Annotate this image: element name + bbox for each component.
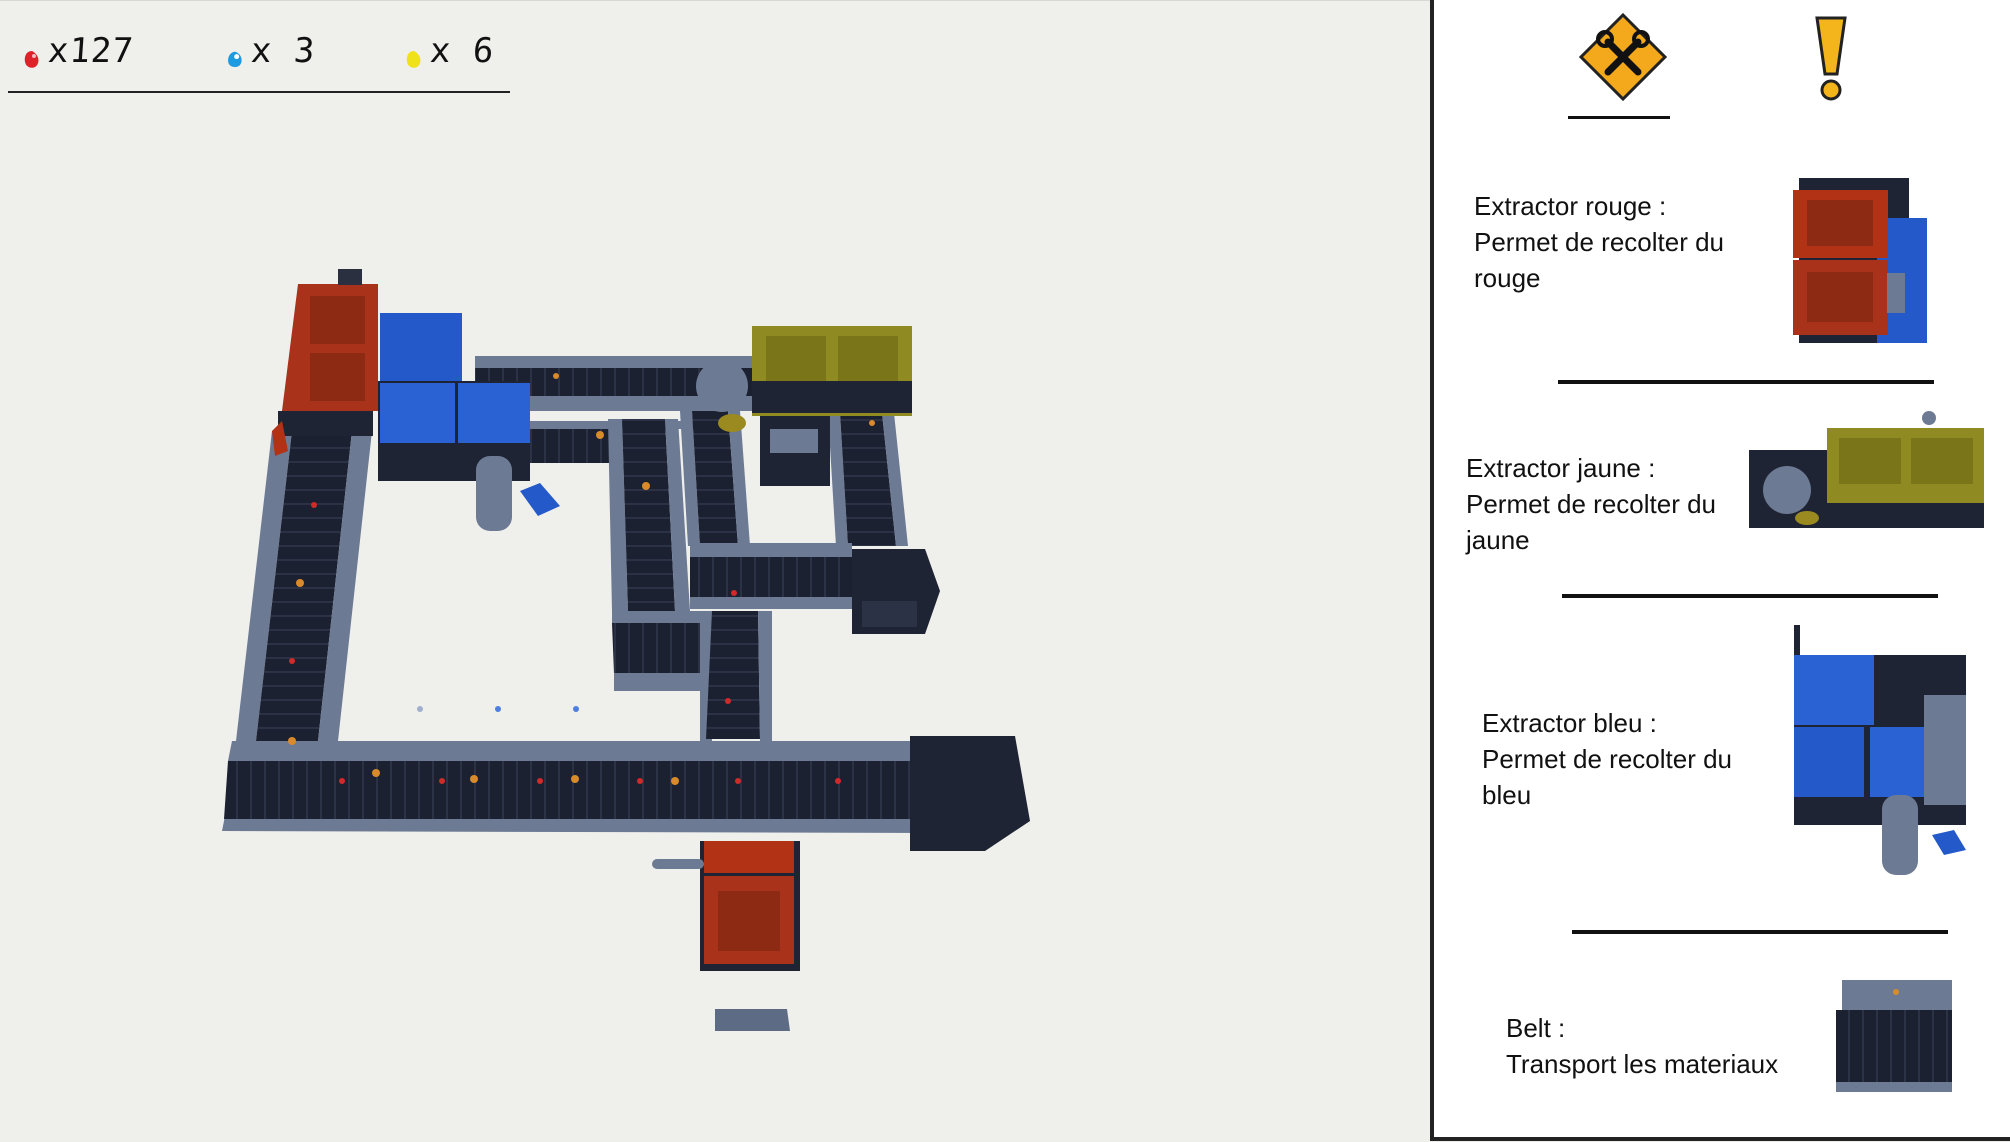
red-resource-count: x127 — [46, 31, 136, 71]
belt-inner-1[interactable] — [608, 419, 690, 611]
card-title: Extractor rouge : — [1474, 191, 1667, 221]
resource-bar: x127 x 3 x 6 — [8, 23, 510, 93]
card-description: Permet de recolter du — [1474, 227, 1725, 257]
blue-resource-counter: x 3 — [225, 31, 317, 71]
separator — [1572, 930, 1948, 934]
card-description: Permet de recolter du — [1482, 744, 1733, 774]
red-extractor-top[interactable] — [278, 269, 378, 436]
separator — [1562, 594, 1938, 598]
tab-alerts[interactable] — [1786, 12, 1876, 102]
belt-bottom[interactable] — [222, 741, 925, 833]
factory-scene[interactable] — [0, 1, 1430, 1142]
card-extractor-bleu[interactable]: Extractor bleu : Permet de recolter du b… — [1434, 625, 2010, 875]
card-description-cont: rouge — [1474, 263, 1541, 293]
separator — [1558, 380, 1934, 384]
card-description-cont: jaune — [1466, 525, 1530, 555]
belt-ghost-piece[interactable] — [715, 1009, 790, 1031]
yellow-resource-count: x 6 — [428, 31, 496, 71]
card-description: Transport les materiaux — [1506, 1049, 1779, 1079]
tools-icon — [1578, 12, 1668, 102]
red-gem-icon — [24, 51, 39, 68]
machine-right-bottom[interactable] — [910, 736, 1030, 851]
belt-lower-vertical[interactable] — [700, 611, 772, 741]
machine-right-mid[interactable] — [852, 549, 940, 634]
card-extractor-jaune[interactable]: Extractor jaune : Permet de recolter du … — [1434, 411, 2010, 600]
extractor-jaune-thumbnail — [1749, 411, 1984, 528]
belt-lower-left[interactable] — [612, 611, 700, 691]
card-description: Permet de recolter du — [1466, 489, 1717, 519]
belt-thumbnail — [1836, 980, 1952, 1092]
blue-resource-count: x 3 — [249, 31, 317, 71]
tab-build[interactable] — [1578, 12, 1668, 102]
red-extractor-bottom[interactable] — [652, 841, 800, 971]
belt-right-inner[interactable] — [828, 413, 908, 546]
active-tab-indicator — [1568, 116, 1670, 119]
card-description-cont: bleu — [1482, 780, 1532, 810]
game-viewport[interactable]: x127 x 3 x 6 — [0, 0, 1430, 1141]
exclamation-icon — [1815, 16, 1847, 101]
yellow-resource-counter: x 6 — [404, 31, 496, 71]
card-belt[interactable]: Belt : Transport les materiaux — [1434, 980, 2010, 1110]
card-title: Belt : — [1506, 1013, 1566, 1043]
card-title: Extractor jaune : — [1466, 453, 1656, 483]
yellow-gem-icon — [406, 51, 421, 68]
red-resource-counter: x127 — [22, 31, 136, 71]
extractor-bleu-thumbnail — [1794, 625, 1966, 875]
build-panel: Extractor rouge : Permet de recolter du … — [1430, 0, 2010, 1141]
blue-gem-icon — [228, 51, 242, 68]
extractor-rouge-thumbnail — [1793, 178, 1927, 343]
belt-left[interactable] — [236, 431, 372, 741]
belt-inner-2[interactable] — [680, 411, 750, 546]
card-extractor-rouge[interactable]: Extractor rouge : Permet de recolter du … — [1434, 178, 2010, 360]
belt-cross[interactable] — [690, 543, 858, 609]
card-title: Extractor bleu : — [1482, 708, 1657, 738]
